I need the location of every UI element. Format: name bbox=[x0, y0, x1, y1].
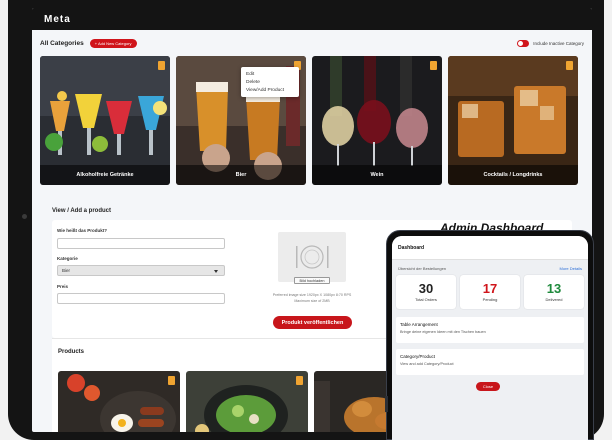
categories-header: All Categories + Add New Category Includ… bbox=[32, 32, 592, 54]
phone-header: Dashboard bbox=[392, 236, 588, 260]
stage: Meta All Categories + Add New Category I… bbox=[0, 0, 612, 440]
category-product-card[interactable]: Category/Product View and add Category/P… bbox=[396, 349, 584, 375]
category-label: Wein bbox=[312, 165, 442, 185]
product-name-label: Wie heißt das Produkt? bbox=[57, 228, 107, 233]
product-image-breakfast bbox=[58, 371, 180, 432]
stat-label: Pending bbox=[482, 297, 498, 302]
phone-frame: Dashboard Übersicht der Bestellungen Mor… bbox=[386, 230, 594, 440]
category-label: Kategorie bbox=[57, 256, 78, 261]
category-cards: Alkoholfreie Getränke Bier Wein Cocktail… bbox=[32, 56, 592, 185]
category-card-cocktails[interactable]: Cocktails / Longdrinks bbox=[448, 56, 578, 185]
more-details-link[interactable]: More Details bbox=[560, 266, 582, 271]
caret-down-icon bbox=[214, 270, 218, 273]
plate-cutlery-icon bbox=[296, 245, 329, 269]
menu-item-view-add-product[interactable]: View/Add Product bbox=[241, 86, 299, 94]
include-inactive-label: Include Inactive Category bbox=[533, 40, 584, 46]
menu-item-edit[interactable]: Edit bbox=[241, 70, 299, 78]
stat-pending[interactable]: 17 Pending bbox=[460, 275, 520, 309]
product-menu-icon[interactable] bbox=[296, 376, 303, 385]
card-context-menu: Edit Delete View/Add Product bbox=[241, 67, 299, 97]
card-text: View and add Category/Product bbox=[400, 362, 454, 366]
price-input[interactable] bbox=[57, 293, 225, 304]
category-select-value: Bier bbox=[62, 268, 71, 273]
stat-label: Total Orders bbox=[415, 297, 437, 302]
category-label: Cocktails / Longdrinks bbox=[448, 165, 578, 185]
price-label: Preis bbox=[57, 284, 69, 289]
stat-value: 13 bbox=[546, 281, 562, 296]
product-card[interactable] bbox=[58, 371, 180, 432]
stat-value: 17 bbox=[482, 281, 498, 296]
camera-dot bbox=[22, 214, 27, 219]
categories-title: All Categories bbox=[40, 39, 84, 47]
category-label: Bier bbox=[176, 165, 306, 185]
stat-total-orders[interactable]: 30 Total Orders bbox=[396, 275, 456, 309]
image-placeholder bbox=[278, 232, 346, 282]
image-hint-size: Preferred image size 1920px X 1080px 8:7… bbox=[272, 293, 352, 297]
include-inactive-toggle[interactable] bbox=[517, 39, 530, 47]
phone-title: Dashboard bbox=[398, 244, 425, 251]
image-hint-max: Maximum size of 2MB bbox=[294, 299, 330, 303]
brand-logo: Meta bbox=[44, 13, 71, 25]
phone-side-button bbox=[385, 396, 388, 412]
upload-image-button[interactable]: Bild hochladen bbox=[294, 277, 330, 284]
category-label: Alkoholfreie Getränke bbox=[40, 165, 170, 185]
product-menu-icon[interactable] bbox=[168, 376, 175, 385]
product-image-salad bbox=[186, 371, 308, 432]
category-card-alkoholfrei[interactable]: Alkoholfreie Getränke bbox=[40, 56, 170, 185]
category-select[interactable]: Bier bbox=[57, 265, 225, 276]
card-title: Category/Product bbox=[400, 354, 436, 359]
publish-product-button[interactable]: Produkt veröffentlichen bbox=[273, 316, 352, 329]
menu-item-delete[interactable]: Delete bbox=[241, 78, 299, 86]
inactive-toggle-wrap: Include Inactive Category bbox=[517, 39, 584, 47]
phone-screen: Dashboard Übersicht der Bestellungen Mor… bbox=[392, 236, 588, 440]
card-menu-icon[interactable] bbox=[158, 61, 165, 70]
card-text: Bringe deine eigenen Ideen mit den Tisch… bbox=[400, 330, 486, 334]
view-add-product-title: View / Add a product bbox=[52, 208, 112, 214]
phone-subheader: Übersicht der Bestellungen More Details bbox=[392, 260, 588, 273]
card-menu-icon[interactable] bbox=[566, 61, 573, 70]
add-category-button[interactable]: + Add New Category bbox=[89, 38, 137, 48]
stat-label: Delivered bbox=[545, 297, 563, 302]
products-title: Products bbox=[58, 349, 85, 355]
top-bar: Meta bbox=[32, 8, 592, 30]
card-title: Table Arrangement bbox=[400, 322, 438, 327]
product-name-input[interactable] bbox=[57, 238, 225, 249]
table-arrangement-card[interactable]: Table Arrangement Bringe deine eigenen I… bbox=[396, 317, 584, 343]
stat-delivered[interactable]: 13 Delivered bbox=[524, 275, 584, 309]
card-menu-icon[interactable] bbox=[430, 61, 437, 70]
close-button[interactable]: Close bbox=[476, 382, 500, 391]
product-card[interactable] bbox=[186, 371, 308, 432]
order-stats: 30 Total Orders 17 Pending 13 Delivered bbox=[392, 273, 588, 311]
category-card-wein[interactable]: Wein bbox=[312, 56, 442, 185]
orders-overview-label: Übersicht der Bestellungen bbox=[398, 266, 447, 271]
stat-value: 30 bbox=[418, 281, 434, 296]
